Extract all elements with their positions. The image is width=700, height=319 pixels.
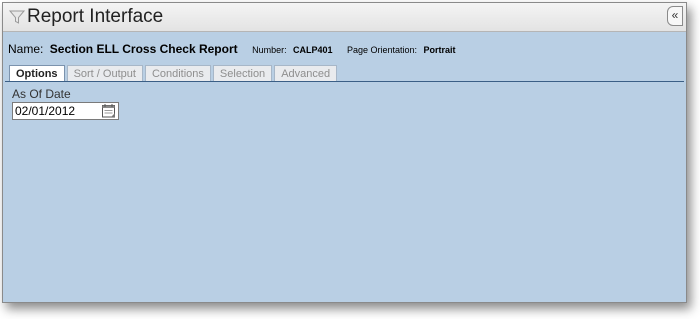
page-orientation: Portrait xyxy=(423,45,456,55)
title-bar: Report Interface « xyxy=(3,3,686,32)
report-number: CALP401 xyxy=(293,45,333,55)
funnel-icon xyxy=(9,10,25,24)
collapse-button[interactable]: « xyxy=(667,6,683,26)
report-interface-window: Report Interface « Name: Section ELL Cro… xyxy=(2,2,687,303)
tab-sort-output[interactable]: Sort / Output xyxy=(66,65,143,82)
number-label: Number: xyxy=(252,45,287,55)
orientation-label: Page Orientation: xyxy=(347,45,418,55)
window-title: Report Interface xyxy=(27,6,164,27)
as-of-date-label: As Of Date xyxy=(12,87,71,101)
as-of-date-value[interactable]: 02/01/2012 xyxy=(15,104,75,118)
tab-selection[interactable]: Selection xyxy=(212,65,273,82)
name-label: Name: xyxy=(8,42,44,56)
calendar-icon[interactable] xyxy=(102,104,116,118)
report-info: Name: Section ELL Cross Check Report Num… xyxy=(8,40,456,56)
as-of-date-field[interactable]: 02/01/2012 xyxy=(12,102,119,120)
tab-advanced[interactable]: Advanced xyxy=(274,65,338,82)
report-name: Section ELL Cross Check Report xyxy=(49,42,238,56)
tab-strip: Options Sort / Output Conditions Selecti… xyxy=(9,65,339,82)
tab-divider xyxy=(5,81,684,82)
tab-options[interactable]: Options xyxy=(9,65,65,82)
tab-conditions[interactable]: Conditions xyxy=(144,65,211,82)
